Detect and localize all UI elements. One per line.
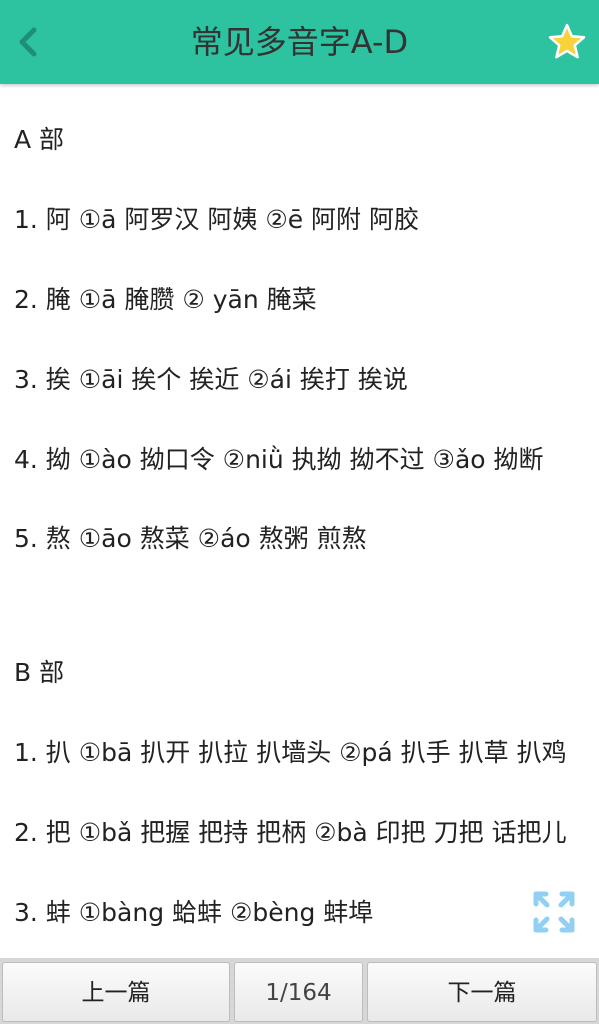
section-heading-b: B 部 bbox=[14, 658, 65, 687]
list-item: 2. 腌 ①ā 腌臜 ② yān 腌菜 bbox=[14, 285, 317, 314]
star-icon bbox=[548, 23, 586, 59]
list-item: 3. 蚌 ①bàng 蛤蚌 ②bèng 蚌埠 bbox=[14, 898, 374, 927]
chevron-left-icon bbox=[19, 27, 37, 57]
footer-bar: 上一篇 1/164 下一篇 bbox=[0, 958, 599, 1024]
prev-article-button[interactable]: 上一篇 bbox=[2, 962, 230, 1022]
header-bar: 常见多音字A-D bbox=[0, 0, 599, 84]
list-item: 1. 扒 ①bā 扒开 扒拉 扒墙头 ②pá 扒手 扒草 扒鸡 bbox=[14, 738, 567, 767]
list-item: 3. 挨 ①āi 挨个 挨近 ②ái 挨打 挨说 bbox=[14, 365, 408, 394]
list-item: 4. 拗 ①ào 拗口令 ②niǜ 执拗 拗不过 ③ǎo 拗断 bbox=[14, 445, 544, 474]
back-button[interactable] bbox=[6, 20, 50, 64]
article-content: A 部 1. 阿 ①ā 阿罗汉 阿姨 ②ē 阿附 阿胶 2. 腌 ①ā 腌臜 ②… bbox=[0, 84, 599, 958]
page-title: 常见多音字A-D bbox=[190, 23, 409, 61]
expand-icon bbox=[533, 891, 575, 933]
next-article-button[interactable]: 下一篇 bbox=[367, 962, 597, 1022]
page-indicator: 1/164 bbox=[234, 962, 363, 1022]
section-heading-a: A 部 bbox=[14, 125, 65, 154]
list-item: 2. 把 ①bǎ 把握 把持 把柄 ②bà 印把 刀把 话把儿 bbox=[14, 818, 567, 847]
favorite-button[interactable] bbox=[547, 22, 587, 62]
fullscreen-button[interactable] bbox=[530, 888, 578, 936]
app-window: 常见多音字A-D A 部 1. 阿 ①ā 阿罗汉 阿姨 ②ē 阿附 阿胶 2. … bbox=[0, 0, 599, 1024]
list-item: 5. 熬 ①āo 熬菜 ②áo 熬粥 煎熬 bbox=[14, 524, 367, 553]
list-item: 1. 阿 ①ā 阿罗汉 阿姨 ②ē 阿附 阿胶 bbox=[14, 205, 420, 234]
